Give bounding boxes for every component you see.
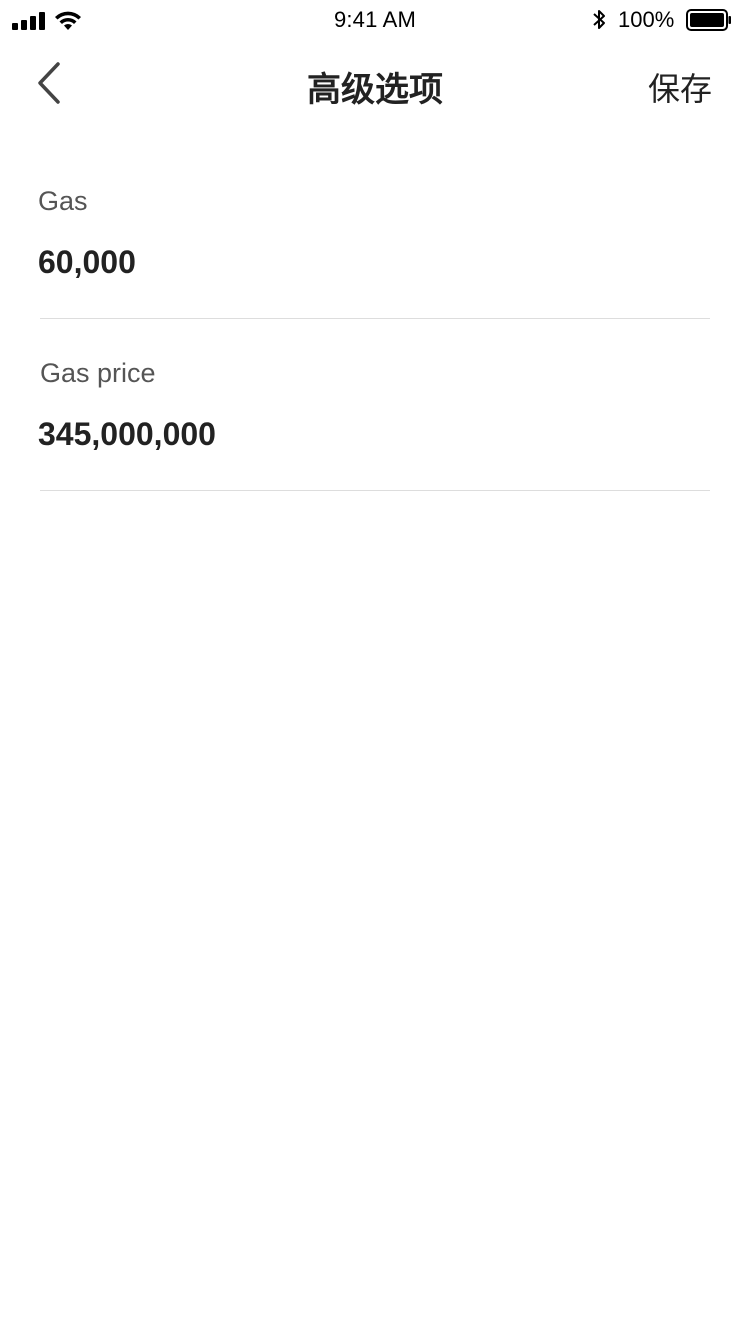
divider (40, 490, 710, 491)
gas-price-input[interactable] (38, 416, 710, 453)
nav-bar: 高级选项 保存 (0, 40, 750, 128)
gas-price-field: Gas price (38, 352, 710, 492)
bluetooth-icon (593, 10, 605, 29)
status-bar: 9:41 AM 100% (0, 0, 750, 40)
gas-field: Gas (38, 180, 710, 320)
page-title: 高级选项 (307, 71, 443, 109)
gas-price-label: Gas price (40, 358, 156, 388)
divider (40, 318, 710, 319)
save-button[interactable]: 保存 (648, 64, 712, 110)
battery-percent: 100% (618, 7, 675, 32)
gas-input[interactable] (38, 244, 710, 281)
gas-label: Gas (38, 186, 88, 216)
battery-icon (686, 9, 731, 31)
